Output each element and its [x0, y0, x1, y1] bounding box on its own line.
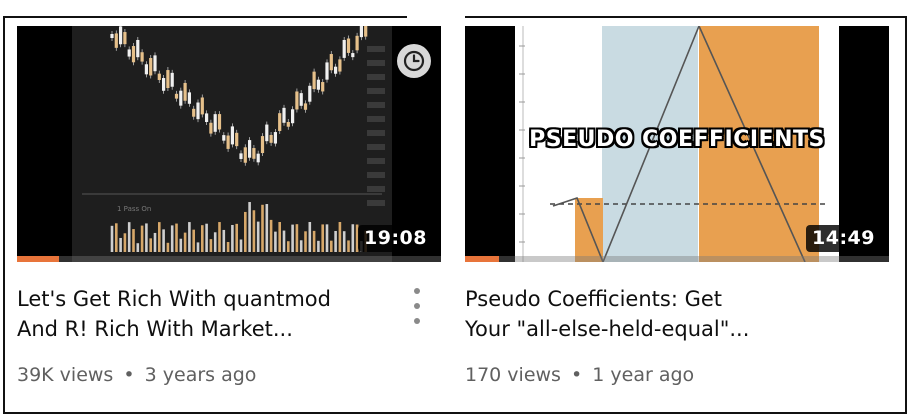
video-meta: Pseudo Coefficients: Get Your "all-else-… [465, 262, 889, 386]
duration-badge: 19:08 [358, 225, 433, 252]
video-title[interactable]: Let's Get Rich With quantmod And R! Rich… [17, 284, 441, 344]
separator-dot: • [571, 364, 583, 386]
upload-age: 1 year ago [592, 364, 695, 386]
view-count: 39K views [17, 364, 114, 386]
video-stats: 39K views • 3 years ago [17, 364, 441, 386]
video-card[interactable]: PSEUDO COEFFICIENTS 14:49 Pseudo Coeffic… [465, 26, 889, 386]
separator-dot: • [123, 364, 135, 386]
video-card[interactable]: 1 Pass On 19:08 Let's Get Rich With quan… [17, 26, 441, 386]
view-count: 170 views [465, 364, 561, 386]
more-options-button[interactable] [411, 288, 423, 324]
svg-text:1 Pass On: 1 Pass On [117, 205, 151, 213]
kebab-dot-icon [414, 318, 420, 324]
video-title-line-2[interactable]: And R! Rich With Market... [17, 314, 405, 344]
video-meta: Let's Get Rich With quantmod And R! Rich… [17, 262, 441, 386]
watch-later-button[interactable] [397, 44, 431, 78]
video-title-line-2[interactable]: Your "all-else-held-equal"... [465, 314, 853, 344]
kebab-dot-icon [414, 288, 420, 294]
video-title-line-1[interactable]: Pseudo Coefficients: Get [465, 284, 853, 314]
duration-badge: 14:49 [806, 225, 881, 252]
video-stats: 170 views • 1 year ago [465, 364, 889, 386]
upload-age: 3 years ago [144, 364, 257, 386]
thumbnail-overlay-text: PSEUDO COEFFICIENTS [529, 127, 825, 152]
clock-icon [403, 50, 425, 72]
kebab-dot-icon [414, 303, 420, 309]
video-title-line-1[interactable]: Let's Get Rich With quantmod [17, 284, 405, 314]
video-thumbnail[interactable]: 1 Pass On 19:08 [17, 26, 441, 262]
video-thumbnail[interactable]: PSEUDO COEFFICIENTS 14:49 [465, 26, 889, 262]
frame-gap [407, 14, 465, 18]
video-title[interactable]: Pseudo Coefficients: Get Your "all-else-… [465, 284, 889, 344]
